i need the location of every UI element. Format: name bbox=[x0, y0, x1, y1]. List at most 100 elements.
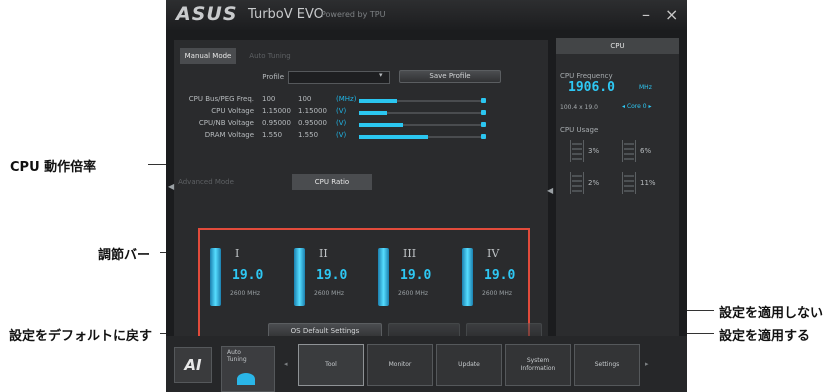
chevron-right-icon[interactable]: ▸ bbox=[648, 103, 651, 110]
slider-fill bbox=[359, 135, 428, 139]
param-slider[interactable] bbox=[359, 134, 486, 139]
tab-advanced-mode[interactable]: Advanced Mode bbox=[176, 174, 236, 190]
tab-auto-tuning[interactable]: Auto Tuning bbox=[242, 48, 298, 64]
cpu-usage-value: 2% bbox=[588, 179, 600, 187]
cpu-usage-value: 11% bbox=[640, 179, 656, 187]
settings-panel: Manual Mode Auto Tuning Profile ▾ Save P… bbox=[168, 40, 548, 342]
callout-cancel: 設定を適用しない bbox=[719, 306, 824, 321]
param-row: CPU Voltage 1.15000 1.15000 (V) bbox=[184, 107, 540, 118]
cpu-frequency-unit: MHz bbox=[639, 84, 652, 91]
param-slider[interactable] bbox=[359, 122, 486, 127]
tab-cpu-ratio[interactable]: CPU Ratio bbox=[292, 174, 372, 190]
ai-suite-logo: AI bbox=[174, 347, 212, 383]
chevron-down-icon: ▾ bbox=[379, 71, 383, 79]
param-slider[interactable] bbox=[359, 110, 486, 115]
callout-cpu-ratio: CPU 動作倍率 bbox=[10, 160, 97, 175]
ratio-slider-bar[interactable] bbox=[294, 248, 305, 306]
core-slider[interactable]: II 19.0 2600 MHz bbox=[294, 244, 364, 324]
cpu-usage-label: CPU Usage bbox=[560, 126, 599, 134]
param-unit: (V) bbox=[336, 107, 347, 115]
param-value: 0.95000 bbox=[262, 119, 291, 127]
param-target: 1.15000 bbox=[298, 107, 327, 115]
ratio-slider-bar[interactable] bbox=[210, 248, 221, 306]
param-unit: (V) bbox=[336, 119, 347, 127]
core-number: I bbox=[235, 247, 240, 260]
nav-system-information[interactable]: System Information bbox=[505, 344, 571, 386]
title-bar: ASUS TurboV EVO Powered by TPU – × bbox=[166, 0, 687, 30]
close-button[interactable]: × bbox=[665, 5, 678, 24]
slider-handle[interactable] bbox=[481, 122, 486, 127]
cpu-panel-header: CPU bbox=[556, 38, 679, 54]
bottom-nav-bar: AI Auto Tuning ◂ Tool Monitor Update Sys… bbox=[166, 336, 687, 392]
minimize-button[interactable]: – bbox=[642, 5, 650, 24]
core-number: IV bbox=[487, 247, 500, 260]
auto-tuning-label-1: Auto bbox=[227, 349, 241, 356]
param-target: 0.95000 bbox=[298, 119, 327, 127]
slider-handle[interactable] bbox=[481, 98, 486, 103]
core-selector-value: Core 0 bbox=[626, 103, 647, 110]
slider-handle[interactable] bbox=[481, 110, 486, 115]
core-ratio-value: 19.0 bbox=[400, 268, 432, 283]
core-ratio-value: 19.0 bbox=[316, 268, 348, 283]
tab-manual-mode[interactable]: Manual Mode bbox=[180, 48, 236, 64]
cpu-frequency-label: CPU Frequency bbox=[560, 72, 613, 80]
param-label: CPU Voltage bbox=[211, 107, 254, 115]
app-subtitle: Powered by TPU bbox=[321, 10, 386, 19]
cpu-usage-meter-icon bbox=[570, 140, 584, 162]
cpu-usage-value: 3% bbox=[588, 147, 600, 155]
core-number: III bbox=[403, 247, 417, 260]
param-label: CPU/NB Voltage bbox=[198, 119, 254, 127]
auto-tuning-label-2: Tuning bbox=[227, 356, 247, 363]
param-row: CPU Bus/PEG Freq. 100 100 (MHz) bbox=[184, 95, 540, 106]
cpu-usage-meter-icon bbox=[622, 140, 636, 162]
nav-monitor-label: Monitor bbox=[388, 361, 412, 368]
save-profile-button[interactable]: Save Profile bbox=[399, 70, 501, 83]
param-value: 100 bbox=[262, 95, 276, 103]
core-frequency: 2600 MHz bbox=[482, 290, 513, 297]
param-label: DRAM Voltage bbox=[204, 131, 254, 139]
auto-tuning-button[interactable]: Auto Tuning bbox=[221, 346, 275, 392]
slider-fill bbox=[359, 123, 403, 127]
core-frequency: 2600 MHz bbox=[314, 290, 345, 297]
core-slider[interactable]: IV 19.0 2600 MHz bbox=[462, 244, 532, 324]
param-row: DRAM Voltage 1.550 1.550 (V) bbox=[184, 131, 540, 142]
ratio-slider-bar[interactable] bbox=[462, 248, 473, 306]
slider-fill bbox=[359, 111, 387, 115]
core-slider[interactable]: I 19.0 2600 MHz bbox=[210, 244, 280, 324]
gauge-icon bbox=[237, 373, 255, 385]
cpu-usage-meter-icon bbox=[570, 172, 584, 194]
nav-monitor[interactable]: Monitor bbox=[367, 344, 433, 386]
nav-scroll-right-icon[interactable]: ▸ bbox=[645, 360, 649, 368]
ratio-slider-bar[interactable] bbox=[378, 248, 389, 306]
slider-handle[interactable] bbox=[481, 134, 486, 139]
cpu-usage-meter-icon bbox=[622, 172, 636, 194]
core-number: II bbox=[319, 247, 328, 260]
param-row: CPU/NB Voltage 0.95000 0.95000 (V) bbox=[184, 119, 540, 130]
chevron-left-icon[interactable]: ◂ bbox=[622, 103, 625, 110]
nav-update[interactable]: Update bbox=[436, 344, 502, 386]
nav-scroll-left-icon[interactable]: ◂ bbox=[284, 360, 288, 368]
turbov-evo-window: ASUS TurboV EVO Powered by TPU – × Manua… bbox=[166, 0, 687, 392]
cpu-usage-value: 6% bbox=[640, 147, 652, 155]
nav-settings[interactable]: Settings bbox=[574, 344, 640, 386]
cpu-monitor-panel: CPU CPU Frequency 1906.0 MHz 100.4 x 19.… bbox=[556, 38, 679, 338]
core-frequency: 2600 MHz bbox=[230, 290, 261, 297]
expand-right-arrow[interactable]: ◀ bbox=[547, 186, 553, 195]
nav-settings-label: Settings bbox=[594, 361, 620, 368]
nav-update-label: Update bbox=[458, 361, 480, 368]
param-value: 1.15000 bbox=[262, 107, 291, 115]
app-title: TurboV EVO bbox=[248, 7, 324, 22]
param-slider[interactable] bbox=[359, 98, 486, 103]
collapse-left-arrow[interactable]: ◀ bbox=[168, 182, 174, 191]
nav-system-information-label: System Information bbox=[520, 357, 556, 372]
core-selector[interactable]: ◂ Core 0 ▸ bbox=[622, 103, 652, 110]
profile-select[interactable]: ▾ bbox=[288, 71, 390, 84]
callout-adjust-bar: 調節バー bbox=[98, 248, 151, 263]
nav-tool[interactable]: Tool bbox=[298, 344, 364, 386]
cpu-frequency-value: 1906.0 bbox=[568, 80, 615, 95]
profile-row: Profile ▾ Save Profile bbox=[184, 70, 540, 84]
asus-logo: ASUS bbox=[176, 3, 238, 25]
param-unit: (MHz) bbox=[336, 95, 357, 103]
core-ratio-value: 19.0 bbox=[232, 268, 264, 283]
core-slider[interactable]: III 19.0 2600 MHz bbox=[378, 244, 448, 324]
